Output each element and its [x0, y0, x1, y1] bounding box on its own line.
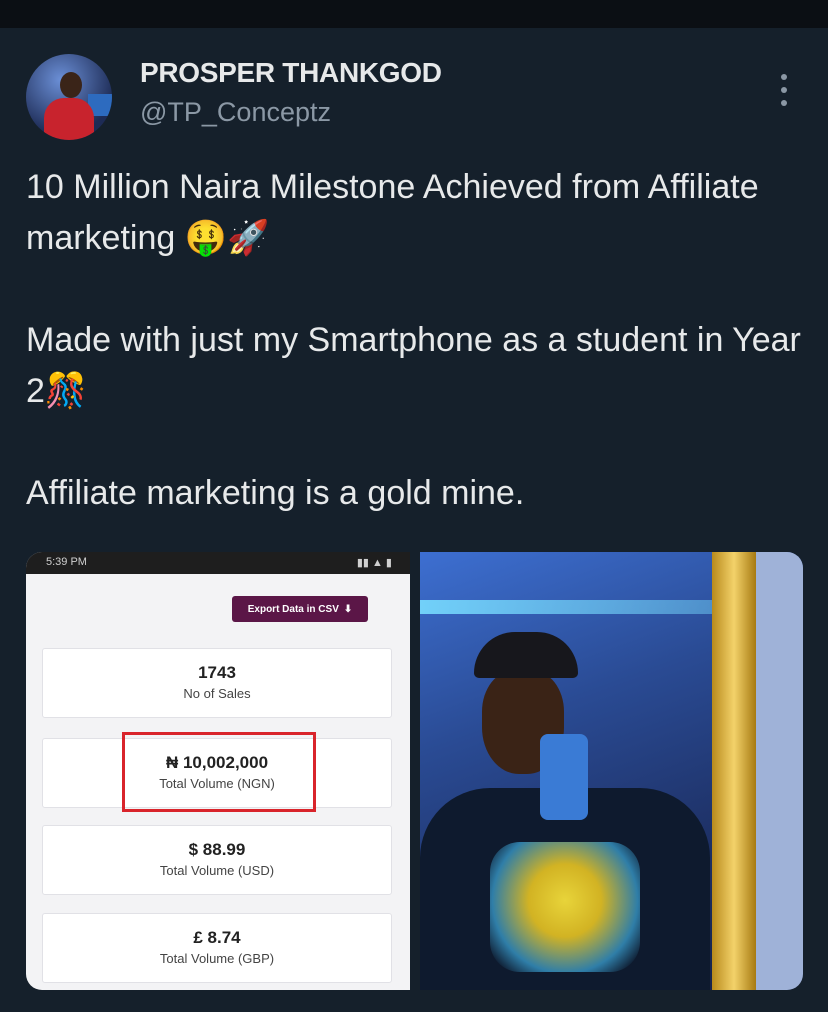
more-icon[interactable] [770, 70, 798, 110]
stat-card-sales: 1743 No of Sales [42, 648, 392, 718]
stat-card-gbp: £ 8.74 Total Volume (GBP) [42, 913, 392, 983]
highlight-box [122, 732, 316, 812]
stat-value: 1743 [198, 663, 236, 682]
mirror-frame [712, 552, 756, 990]
screenshot-status-bar: 5:39 PM ▮▮ ▲ ▮ [26, 552, 410, 574]
avatar[interactable] [26, 54, 112, 140]
tweet-line-3: Affiliate marketing is a gold mine. [26, 474, 525, 512]
download-icon: ⬇ [343, 603, 353, 615]
smartphone [540, 734, 588, 820]
media-grid[interactable]: 5:39 PM ▮▮ ▲ ▮ 1743 No of Sales ₦ 10,002… [26, 552, 803, 990]
tshirt-print [490, 842, 640, 972]
export-csv-button[interactable]: Export Data in CSV ⬇ [232, 596, 368, 622]
stat-value: $ 88.99 [188, 840, 246, 859]
avatar-head [60, 72, 82, 98]
stat-label: Total Volume (GBP) [159, 951, 275, 966]
person-cap [474, 632, 578, 678]
tweet-line-2: Made with just my Smartphone as a studen… [26, 321, 801, 410]
tweet-text: 10 Million Naira Milestone Achieved from… [26, 162, 816, 519]
stat-card-usd: $ 88.99 Total Volume (USD) [42, 825, 392, 895]
export-label: Export Data in CSV [247, 603, 339, 615]
status-icons: ▮▮ ▲ ▮ [356, 557, 392, 569]
wall-pattern [756, 552, 803, 990]
display-name[interactable]: PROSPER THANKGOD [140, 57, 442, 89]
user-handle[interactable]: @TP_Conceptz [140, 97, 331, 128]
stat-label: Total Volume (USD) [159, 863, 275, 878]
avatar-shirt [44, 98, 94, 140]
status-time: 5:39 PM [46, 556, 87, 568]
stat-value: £ 8.74 [193, 928, 241, 947]
stat-label: No of Sales [183, 686, 251, 701]
status-bar [0, 0, 828, 28]
tweet-line-1: 10 Million Naira Milestone Achieved from… [26, 168, 759, 257]
selfie-photo[interactable] [420, 552, 803, 990]
